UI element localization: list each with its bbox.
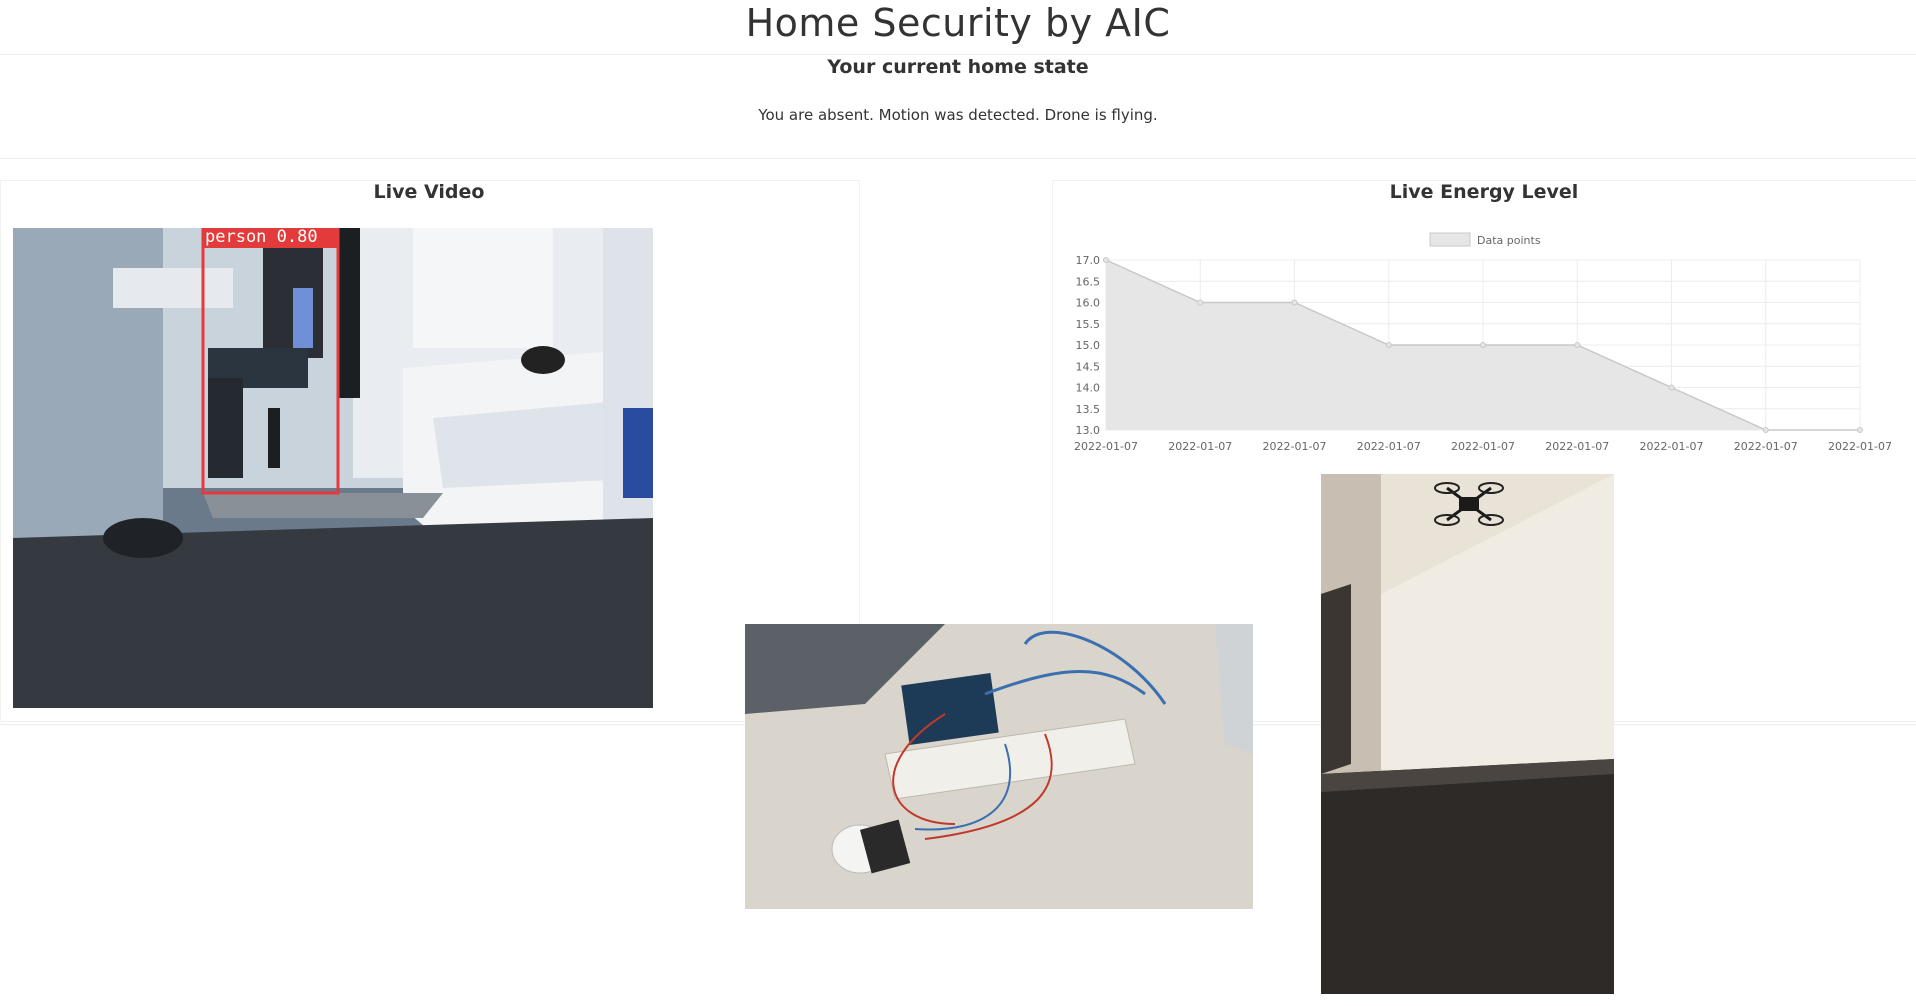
data-point	[1668, 384, 1675, 391]
data-point	[1574, 342, 1581, 348]
legend-label: Data points	[1477, 234, 1541, 247]
y-tick-label: 15.0	[1076, 339, 1101, 352]
state-divider	[0, 158, 1916, 159]
x-tick-label: 2022-01-07	[1263, 440, 1327, 453]
x-tick-label: 2022-01-07	[1451, 440, 1515, 453]
data-point	[1385, 342, 1392, 348]
x-tick-label: 2022-01-07	[1357, 440, 1421, 453]
y-tick-label: 15.5	[1076, 318, 1101, 331]
y-tick-label: 16.0	[1076, 297, 1101, 310]
home-state-heading: Your current home state	[827, 56, 1089, 78]
title-divider	[0, 54, 1916, 55]
motion-sensor-photo	[745, 624, 1253, 909]
detection-label: person 0.80	[205, 228, 318, 247]
y-tick-label: 16.5	[1076, 275, 1101, 288]
x-tick-label: 2022-01-07	[1168, 440, 1232, 453]
x-tick-label: 2022-01-07	[1545, 440, 1609, 453]
data-point	[1197, 299, 1204, 306]
live-video-title: Live Video	[373, 181, 485, 203]
data-point	[1480, 342, 1486, 348]
y-tick-label: 13.0	[1076, 424, 1101, 437]
x-tick-label: 2022-01-07	[1640, 440, 1704, 453]
y-tick-label: 14.5	[1076, 360, 1101, 373]
home-security-dashboard: Home Security by AIC Your current home s…	[0, 0, 1916, 1006]
x-tick-label: 2022-01-07	[1828, 440, 1892, 453]
data-point	[1103, 257, 1109, 263]
y-tick-label: 14.0	[1076, 382, 1101, 395]
data-point	[1762, 427, 1769, 433]
y-tick-label: 13.5	[1076, 403, 1101, 416]
home-state-status: You are absent. Motion was detected. Dro…	[758, 106, 1158, 124]
data-point	[1291, 299, 1298, 306]
y-tick-label: 17.0	[1076, 254, 1101, 267]
live-energy-title: Live Energy Level	[1389, 181, 1579, 203]
x-tick-label: 2022-01-07	[1074, 440, 1138, 453]
x-tick-label: 2022-01-07	[1734, 440, 1798, 453]
energy-chart: Data points 17.0 16.5 16.0 15.5 15.0 14.5 14.0 1…	[1074, 232, 1892, 453]
live-video-feed: person 0.80	[13, 228, 653, 708]
data-point	[1857, 427, 1863, 433]
legend-swatch	[1429, 232, 1471, 247]
drone-camera-photo	[1321, 474, 1614, 994]
page-title: Home Security by AIC	[745, 1, 1171, 45]
